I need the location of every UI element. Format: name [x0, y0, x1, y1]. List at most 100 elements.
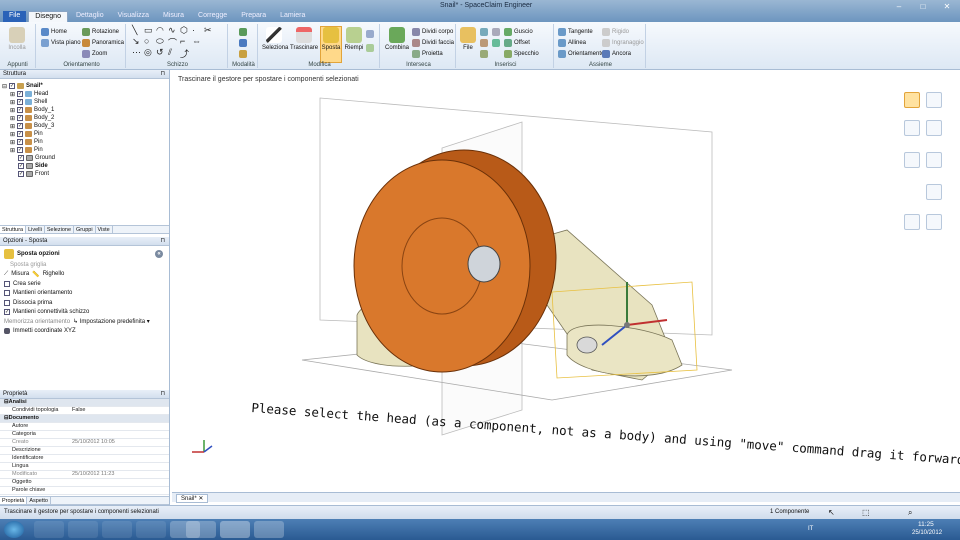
tree-item-pin[interactable]: ⊞ ✓ Pin	[2, 130, 167, 138]
split-face-button[interactable]: Dividi faccia	[412, 39, 454, 47]
project-button[interactable]: Proietta	[412, 50, 443, 58]
expand-icon[interactable]: ⊞	[10, 91, 15, 98]
rigid-button[interactable]: Rigido	[602, 28, 629, 36]
taskbar-media-icon[interactable]	[136, 521, 166, 538]
clock-date[interactable]: 25/10/2012	[912, 530, 942, 536]
expand-icon[interactable]: ⊞	[10, 99, 15, 106]
fillet-tool-icon[interactable]: ⌐	[180, 36, 185, 46]
rotate-button[interactable]: Rotazione	[82, 28, 119, 36]
three-point-circle-icon[interactable]: ◎	[144, 47, 152, 58]
insert-file-button[interactable]: File	[460, 27, 476, 51]
tree-item-side[interactable]: ✓ Side	[2, 162, 167, 170]
tree-item-front[interactable]: ✓ Front	[2, 170, 167, 178]
expand-icon[interactable]: ⊞	[10, 115, 15, 122]
visibility-checkbox[interactable]: ✓	[18, 171, 24, 177]
checkbox[interactable]	[4, 290, 10, 297]
enter-xyz-option[interactable]: Immetti coordinate XYZ	[4, 327, 165, 337]
tab-struttura[interactable]: Struttura	[0, 226, 27, 233]
option-keep-sketch-connectivity[interactable]: ✓ Mantieni connettività schizzo	[4, 308, 165, 318]
section-analisi[interactable]: ⊟ Analisi	[0, 399, 169, 407]
ruler-guide[interactable]	[904, 152, 920, 168]
combine-button[interactable]: Combina	[384, 27, 410, 51]
expand-icon[interactable]: ⊞	[10, 139, 15, 146]
detach-guide[interactable]	[904, 214, 920, 230]
visibility-checkbox[interactable]: ✓	[17, 115, 24, 121]
pin-icon[interactable]: ⊓	[160, 70, 165, 77]
ruler-icon[interactable]: 📏	[32, 271, 39, 278]
pin-icon[interactable]: ⊓	[160, 237, 165, 244]
trim-tool-icon[interactable]: ✂	[204, 25, 212, 36]
axis-icon[interactable]	[480, 39, 488, 47]
property-row[interactable]: Modificato 25/10/2012 11:23	[0, 471, 169, 479]
sphere-icon[interactable]	[492, 39, 500, 47]
head-wheel-front[interactable]	[353, 159, 531, 373]
section-mode-icon[interactable]	[239, 39, 247, 47]
mirror-button[interactable]: Specchio	[504, 50, 539, 58]
tree-item-ground[interactable]: ✓ Ground	[2, 154, 167, 162]
property-row[interactable]: Autore	[0, 423, 169, 431]
tree-item-head[interactable]: ⊞ ✓ Head	[2, 90, 167, 98]
expand-icon[interactable]: ⊞	[10, 123, 15, 130]
checkbox[interactable]	[4, 280, 10, 287]
orient-button[interactable]: Orientamento	[558, 50, 604, 58]
3d-viewport[interactable]: Trascinare il gestore per spostare i com…	[172, 70, 960, 492]
tab-viste[interactable]: Viste	[96, 226, 113, 233]
split-body-button[interactable]: Dividi corpo	[412, 28, 453, 36]
line-tool-icon[interactable]: ╲	[132, 25, 137, 36]
tree-item-body1[interactable]: ⊞ ✓ Body_1	[2, 106, 167, 114]
pan-button[interactable]: Panoramica	[82, 39, 124, 47]
language-indicator[interactable]: IT	[808, 526, 813, 532]
home-button[interactable]: Home	[41, 28, 67, 36]
3d-mode-icon[interactable]	[239, 50, 247, 58]
bend-tool-icon[interactable]: ⤴	[180, 47, 189, 60]
anchor-guide[interactable]	[926, 120, 942, 136]
tab-prepara[interactable]: Prepara	[235, 11, 272, 22]
align-button[interactable]: Allinea	[558, 39, 586, 47]
visibility-checkbox[interactable]: ✓	[9, 83, 16, 89]
property-row[interactable]: Categoria	[0, 431, 169, 439]
expand-icon[interactable]: ⊞	[10, 131, 15, 138]
pin-icon[interactable]: ⊓	[160, 390, 165, 397]
clock-time[interactable]: 11:25	[918, 521, 934, 528]
pull-button[interactable]: Trascinare	[290, 27, 318, 51]
taskbar-chrome-icon[interactable]	[254, 521, 284, 538]
option-detach-first[interactable]: Dissocia prima	[4, 298, 165, 308]
tree-item-pin[interactable]: ⊞ ✓ Pin	[2, 146, 167, 154]
expand-icon[interactable]: ⊟	[2, 83, 7, 90]
maximize-button[interactable]: □	[916, 2, 930, 11]
arc-tool-icon[interactable]: ◠	[156, 25, 164, 36]
collapse-icon[interactable]: «	[155, 250, 163, 258]
tab-visualizza[interactable]: Visualizza	[112, 11, 155, 22]
tree-item-body2[interactable]: ⊞ ✓ Body_2	[2, 114, 167, 122]
property-value[interactable]	[72, 455, 169, 462]
tree-item-shell[interactable]: ⊞ ✓ Shell	[2, 98, 167, 106]
tab-misura[interactable]: Misura	[157, 11, 190, 22]
tab-file[interactable]: File	[3, 11, 27, 22]
cursor-icon[interactable]: ↖	[828, 508, 835, 517]
box-select-icon[interactable]: ⬚	[862, 508, 870, 517]
property-value[interactable]	[72, 423, 169, 430]
plane-icon[interactable]	[480, 28, 488, 36]
tree-item-root[interactable]: ⊟ ✓ Snail*	[2, 82, 167, 90]
taskbar-folder-icon[interactable]	[186, 521, 216, 538]
select-guide-alt-button[interactable]	[926, 92, 942, 108]
move-button[interactable]: Sposta	[320, 26, 342, 63]
visibility-checkbox[interactable]: ✓	[17, 139, 24, 145]
property-row[interactable]: Descrizione	[0, 447, 169, 455]
property-value[interactable]	[72, 487, 169, 494]
option-create-pattern[interactable]: Crea serie	[4, 279, 165, 289]
move-grid-option[interactable]: Sposta griglia	[4, 260, 165, 270]
circle-tool-icon[interactable]: ○	[144, 36, 149, 46]
tree-item-pin[interactable]: ⊞ ✓ Pin	[2, 138, 167, 146]
property-row[interactable]: Identificatore	[0, 455, 169, 463]
tab-lamiera[interactable]: Lamiera	[274, 11, 311, 22]
option-keep-orientation[interactable]: Mantieni orientamento	[4, 289, 165, 299]
zoom-status-icon[interactable]: ⌕	[908, 508, 912, 518]
cylinder-icon[interactable]	[492, 28, 500, 36]
split-curve-icon[interactable]: ⫽	[168, 47, 172, 58]
select-button[interactable]: Seleziona	[262, 27, 288, 51]
property-value[interactable]: False	[72, 407, 169, 414]
taskbar-ie-icon[interactable]	[102, 521, 132, 538]
mirror-tool-icon[interactable]: ⇔	[192, 36, 201, 46]
section-documento[interactable]: ⊟ Documento	[0, 415, 169, 423]
